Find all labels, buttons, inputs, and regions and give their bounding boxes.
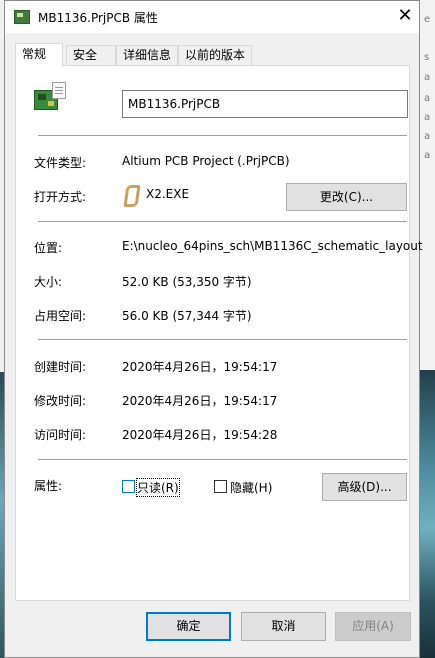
close-button[interactable]: ✕: [390, 1, 420, 31]
accessed-label: 访问时间:: [34, 428, 87, 442]
hidden-checkbox[interactable]: [214, 480, 227, 493]
hidden-label[interactable]: 隐藏(H): [230, 479, 272, 496]
readonly-checkbox[interactable]: [122, 480, 135, 493]
tab-details[interactable]: 详细信息: [116, 45, 178, 66]
ok-button[interactable]: 确定: [146, 612, 231, 641]
created-label: 创建时间:: [34, 360, 87, 374]
size-on-disk-value: 56.0 KB (57,344 字节): [122, 309, 252, 323]
background-text: a: [424, 72, 431, 83]
apply-button[interactable]: 应用(A): [335, 612, 411, 641]
background-text: a: [424, 150, 431, 161]
advanced-button[interactable]: 高级(D)...: [322, 473, 407, 501]
pcb-project-icon: [14, 10, 30, 24]
file-type-value: Altium PCB Project (.PrjPCB): [122, 154, 290, 168]
accessed-value: 2020年4月26日，19:54:28: [122, 428, 278, 442]
separator: [38, 135, 407, 136]
attributes-label: 属性:: [34, 479, 63, 493]
tab-security[interactable]: 安全: [66, 45, 116, 66]
general-panel: 文件类型: Altium PCB Project (.PrjPCB) 打开方式:…: [15, 65, 423, 601]
tab-previous-versions[interactable]: 以前的版本: [178, 45, 252, 66]
window-title: MB1136.PrjPCB 属性: [38, 11, 158, 25]
file-type-label: 文件类型:: [34, 156, 87, 170]
created-value: 2020年4月26日，19:54:17: [122, 360, 278, 374]
location-value: E:\nucleo_64pins_sch\MB1136C_schematic_l…: [122, 239, 423, 253]
change-button[interactable]: 更改(C)...: [286, 183, 407, 211]
background-text: s: [424, 52, 430, 63]
size-value: 52.0 KB (53,350 字节): [122, 275, 252, 289]
pcb-project-file-icon: [34, 82, 68, 114]
modified-value: 2020年4月26日，19:54:17: [122, 394, 278, 408]
modified-label: 修改时间:: [34, 394, 87, 408]
cancel-button[interactable]: 取消: [241, 612, 326, 641]
background-desktop-right: [420, 370, 435, 658]
size-on-disk-label: 占用空间:: [34, 309, 87, 323]
separator: [38, 459, 407, 460]
background-text: e: [424, 14, 431, 25]
location-label: 位置:: [34, 241, 63, 255]
file-name-input[interactable]: [122, 90, 408, 118]
background-text: a: [424, 93, 431, 104]
tab-general[interactable]: 常规: [15, 43, 63, 67]
title-bar[interactable]: MB1136.PrjPCB 属性 ✕: [5, 1, 419, 33]
open-with-label: 打开方式:: [34, 190, 87, 204]
background-text: a: [424, 112, 431, 123]
readonly-label[interactable]: 只读(R): [136, 478, 180, 497]
background-text: a: [424, 131, 431, 142]
open-with-value: X2.EXE: [146, 187, 190, 201]
application-icon: [124, 185, 136, 203]
properties-dialog: MB1136.PrjPCB 属性 ✕ 常规 安全 详细信息 以前的版本 文件类型…: [4, 0, 423, 658]
document-icon: [52, 82, 66, 99]
separator: [38, 339, 407, 340]
separator: [38, 221, 407, 222]
size-label: 大小:: [34, 275, 63, 289]
